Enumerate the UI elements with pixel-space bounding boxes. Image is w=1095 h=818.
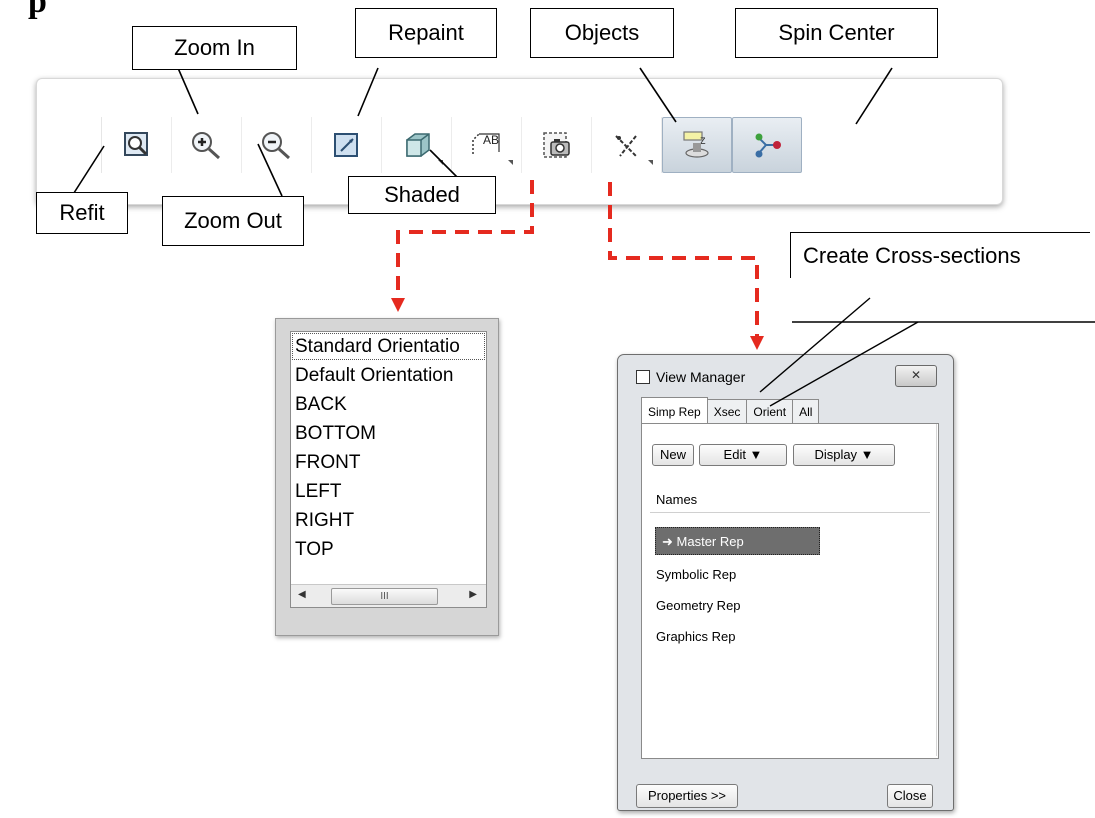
pointer-create-cross-sections-a — [759, 297, 871, 393]
callout-zoom-in: Zoom In — [132, 26, 297, 70]
pointer-zoom-in — [177, 67, 199, 115]
pointer-objects — [639, 67, 677, 123]
callout-create-cross-sections: Create Cross-sections — [790, 232, 1090, 278]
pointer-repaint — [357, 67, 379, 117]
callout-zoom-out: Zoom Out — [162, 196, 304, 246]
callout-refit: Refit — [36, 192, 128, 234]
connector-view-manager-arrow — [750, 336, 764, 350]
pointer-zoom-out — [257, 143, 283, 197]
tab-simp-rep[interactable]: Simp Rep — [641, 397, 708, 423]
pointer-spin-center — [855, 67, 893, 125]
connector-view-manager — [608, 182, 759, 336]
callout-shaded: Shaded — [348, 176, 496, 214]
connector-saved-views-arrow — [391, 298, 405, 312]
pointer-refit — [71, 145, 105, 197]
callout-pointers — [71, 67, 1095, 407]
callout-repaint: Repaint — [355, 8, 497, 58]
callout-objects: Objects — [530, 8, 674, 58]
callout-spin-center: Spin Center — [735, 8, 938, 58]
